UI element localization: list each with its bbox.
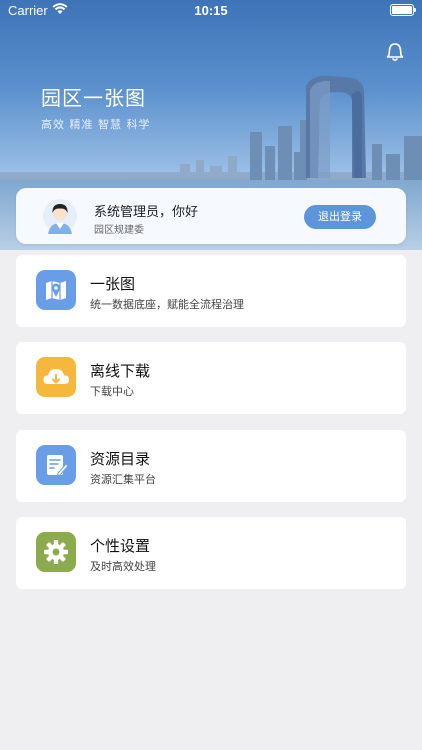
bell-icon[interactable]	[386, 42, 404, 62]
menu-item-resource-catalog[interactable]: 资源目录 资源汇集平台	[16, 430, 406, 502]
menu-item-title: 资源目录	[90, 450, 151, 468]
status-time: 10:15	[194, 3, 228, 18]
menu-item-description: 下载中心	[90, 385, 134, 398]
menu-item-title: 离线下载	[90, 362, 151, 380]
page-title: 园区一张图	[41, 86, 146, 110]
menu-item-map[interactable]: 一张图 统一数据底座，赋能全流程治理	[16, 255, 406, 327]
menu-item-title: 个性设置	[90, 537, 151, 555]
user-greeting: 系统管理员，你好	[94, 205, 199, 220]
document-edit-icon	[36, 445, 76, 485]
user-avatar-icon	[43, 199, 77, 234]
status-bar: Carrier 10:15	[0, 0, 422, 22]
user-info-card: 系统管理员，你好 园区规建委 退出登录	[16, 188, 406, 244]
user-organization: 园区规建委	[94, 225, 144, 236]
battery-icon	[390, 4, 416, 16]
cloud-download-icon	[36, 357, 76, 397]
map-pin-icon	[36, 270, 76, 310]
menu-item-offline-download[interactable]: 离线下载 下载中心	[16, 342, 406, 414]
menu-item-title: 一张图	[90, 275, 136, 293]
menu-item-description: 及时高效处理	[90, 560, 156, 573]
gear-icon	[36, 532, 76, 572]
menu-item-description: 统一数据底座，赋能全流程治理	[90, 298, 244, 311]
logout-button[interactable]: 退出登录	[304, 205, 376, 229]
menu-item-personal-settings[interactable]: 个性设置 及时高效处理	[16, 517, 406, 589]
page-subtitle: 高效 精准 智慧 科学	[41, 118, 151, 131]
menu-item-description: 资源汇集平台	[90, 473, 156, 486]
